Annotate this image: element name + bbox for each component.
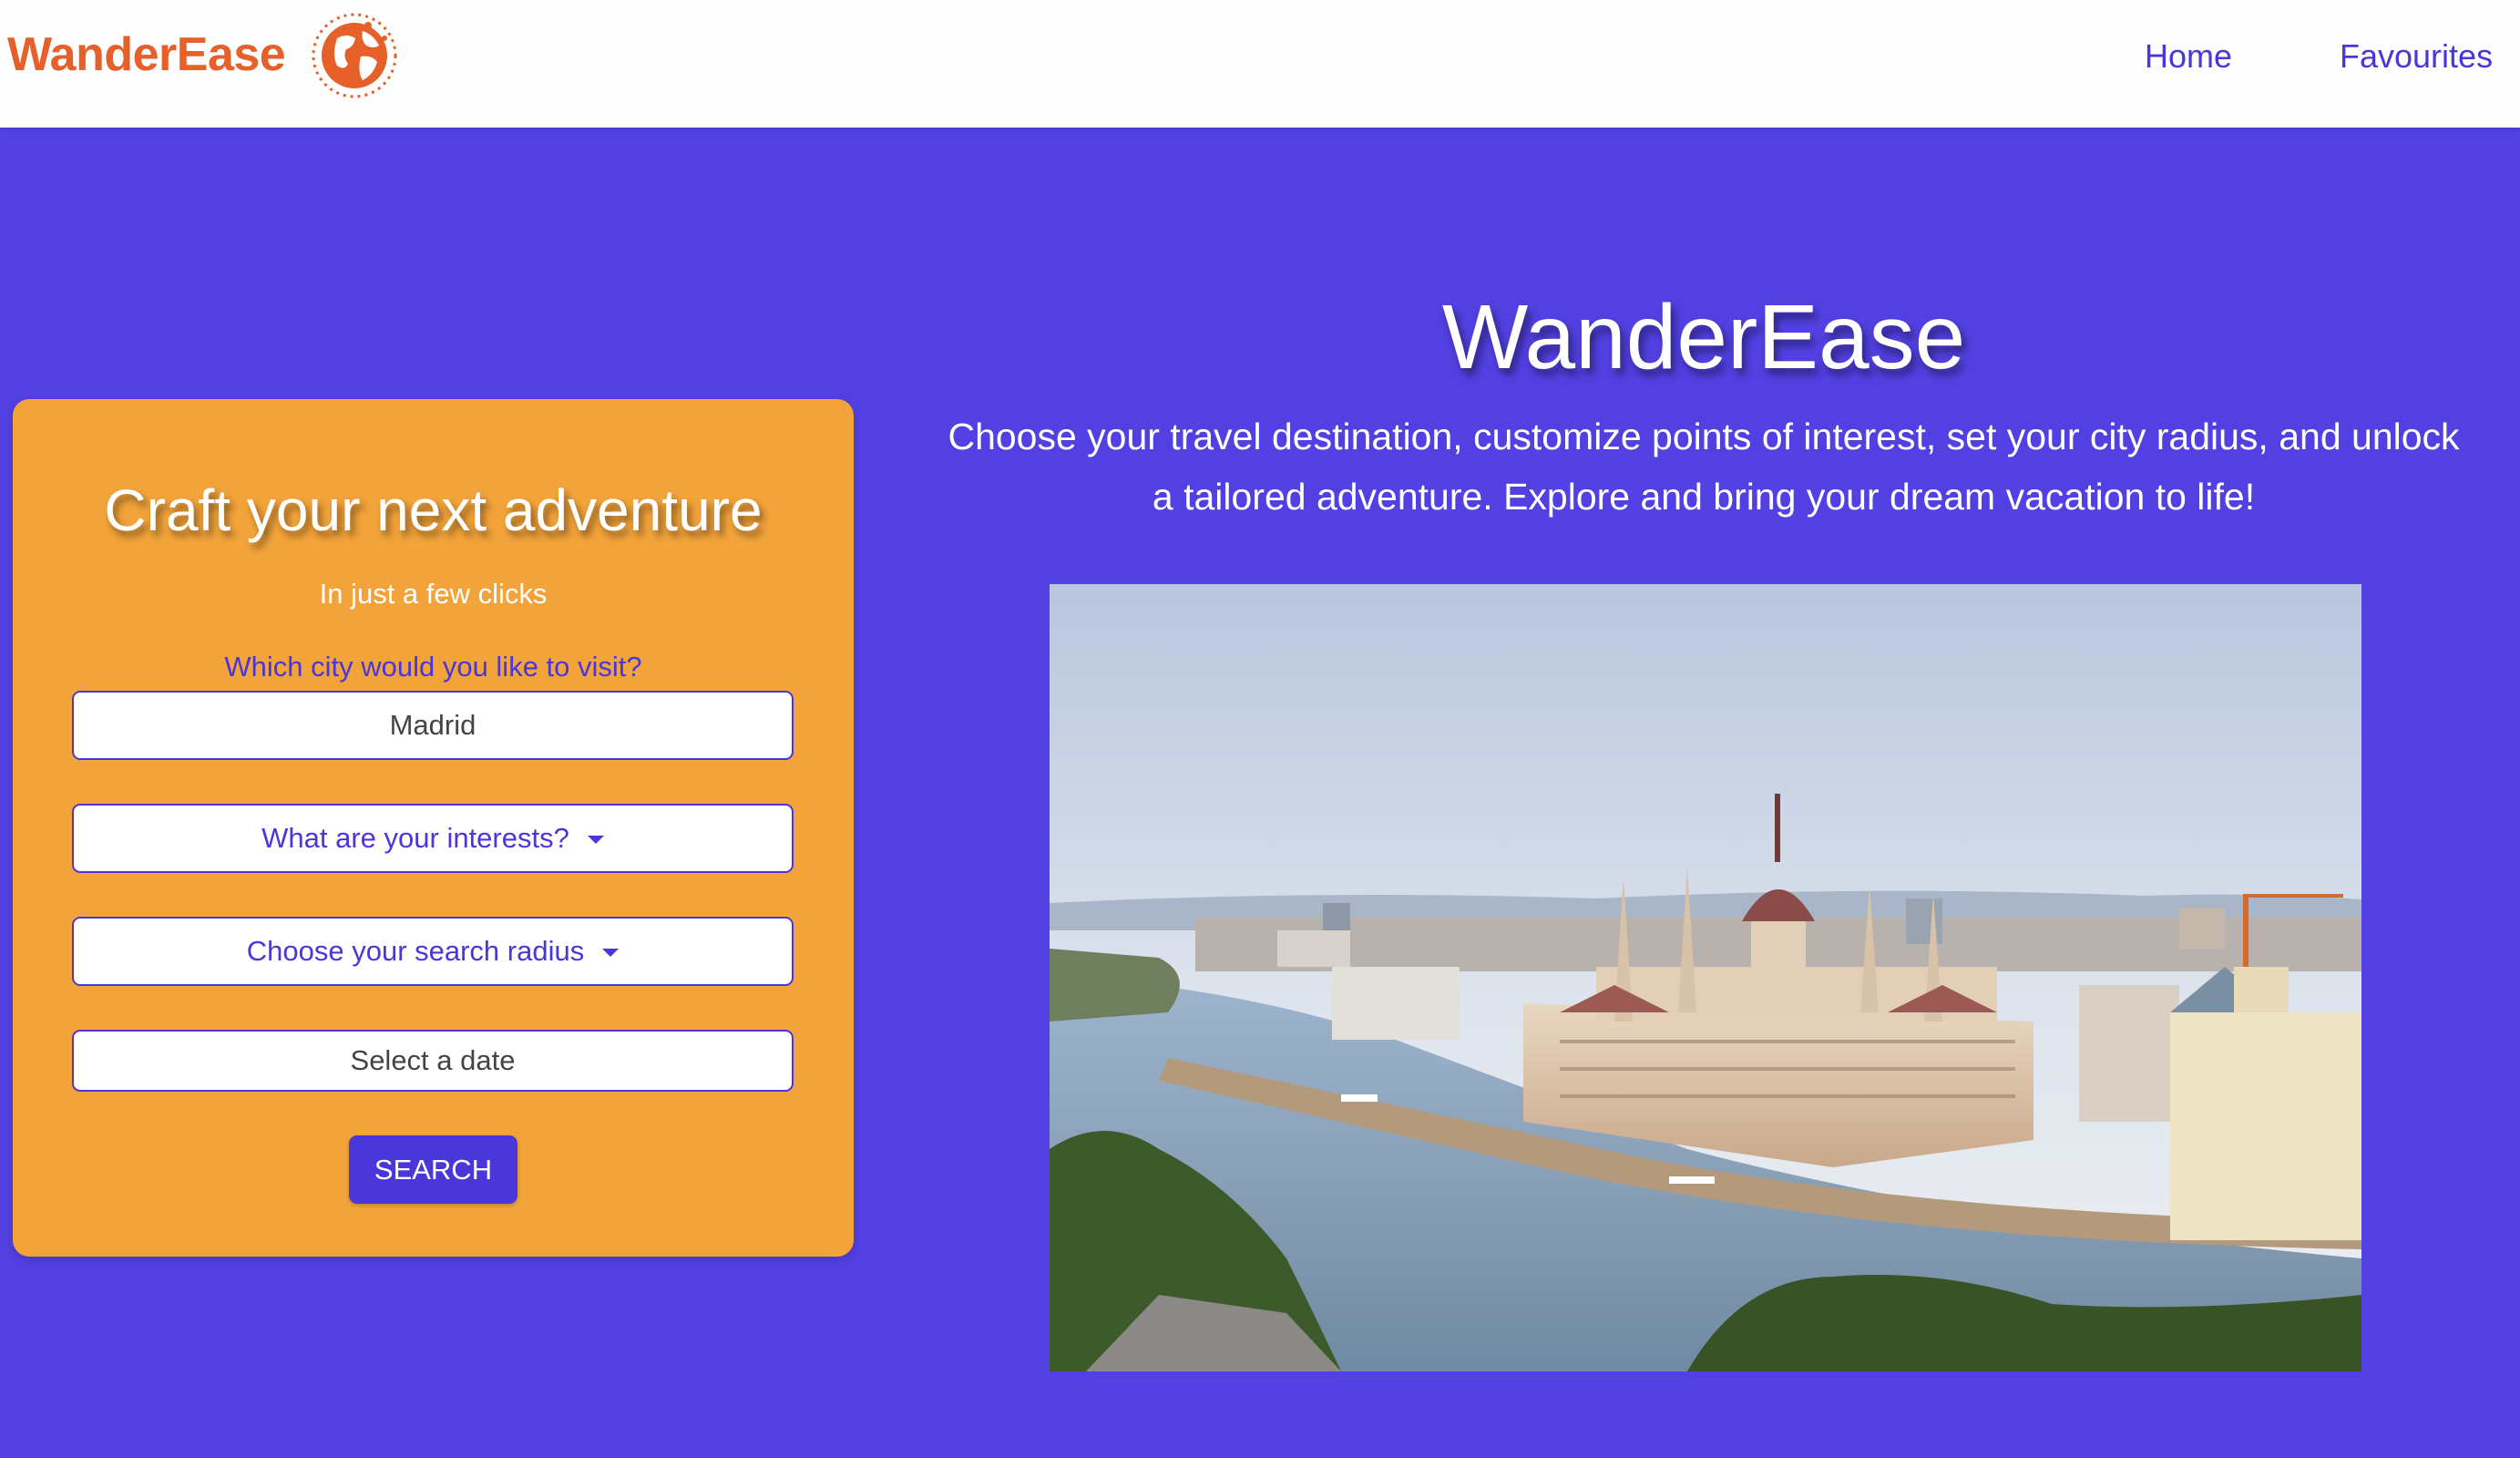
globe-icon[interactable]: [310, 11, 399, 100]
radius-dropdown-label: Choose your search radius: [246, 935, 585, 967]
navbar: WanderEase Home Favourites: [0, 0, 2520, 128]
hero-title: WanderEase: [1441, 286, 1966, 388]
hero-description: Choose your travel destination, customiz…: [948, 416, 2460, 518]
card-subtitle: In just a few clicks: [319, 578, 548, 610]
nav-favourites-link[interactable]: Favourites: [2340, 35, 2493, 78]
city-field-label: Which city would you like to visit?: [224, 651, 642, 683]
chevron-down-icon: [602, 948, 620, 957]
city-input[interactable]: [72, 691, 794, 760]
brand-name[interactable]: WanderEase: [7, 27, 286, 82]
hero-city-photo: [1050, 584, 2361, 1371]
date-picker-input[interactable]: Select a date: [72, 1030, 794, 1092]
interests-dropdown-label: What are your interests?: [261, 822, 569, 854]
search-button[interactable]: SEARCH: [349, 1135, 517, 1204]
chevron-down-icon: [587, 835, 604, 844]
interests-dropdown[interactable]: What are your interests?: [72, 804, 794, 873]
date-placeholder: Select a date: [350, 1044, 516, 1076]
nav-home-link[interactable]: Home: [2145, 35, 2232, 78]
card-title: Craft your next adventure: [104, 477, 763, 543]
search-radius-dropdown[interactable]: Choose your search radius: [72, 917, 794, 986]
